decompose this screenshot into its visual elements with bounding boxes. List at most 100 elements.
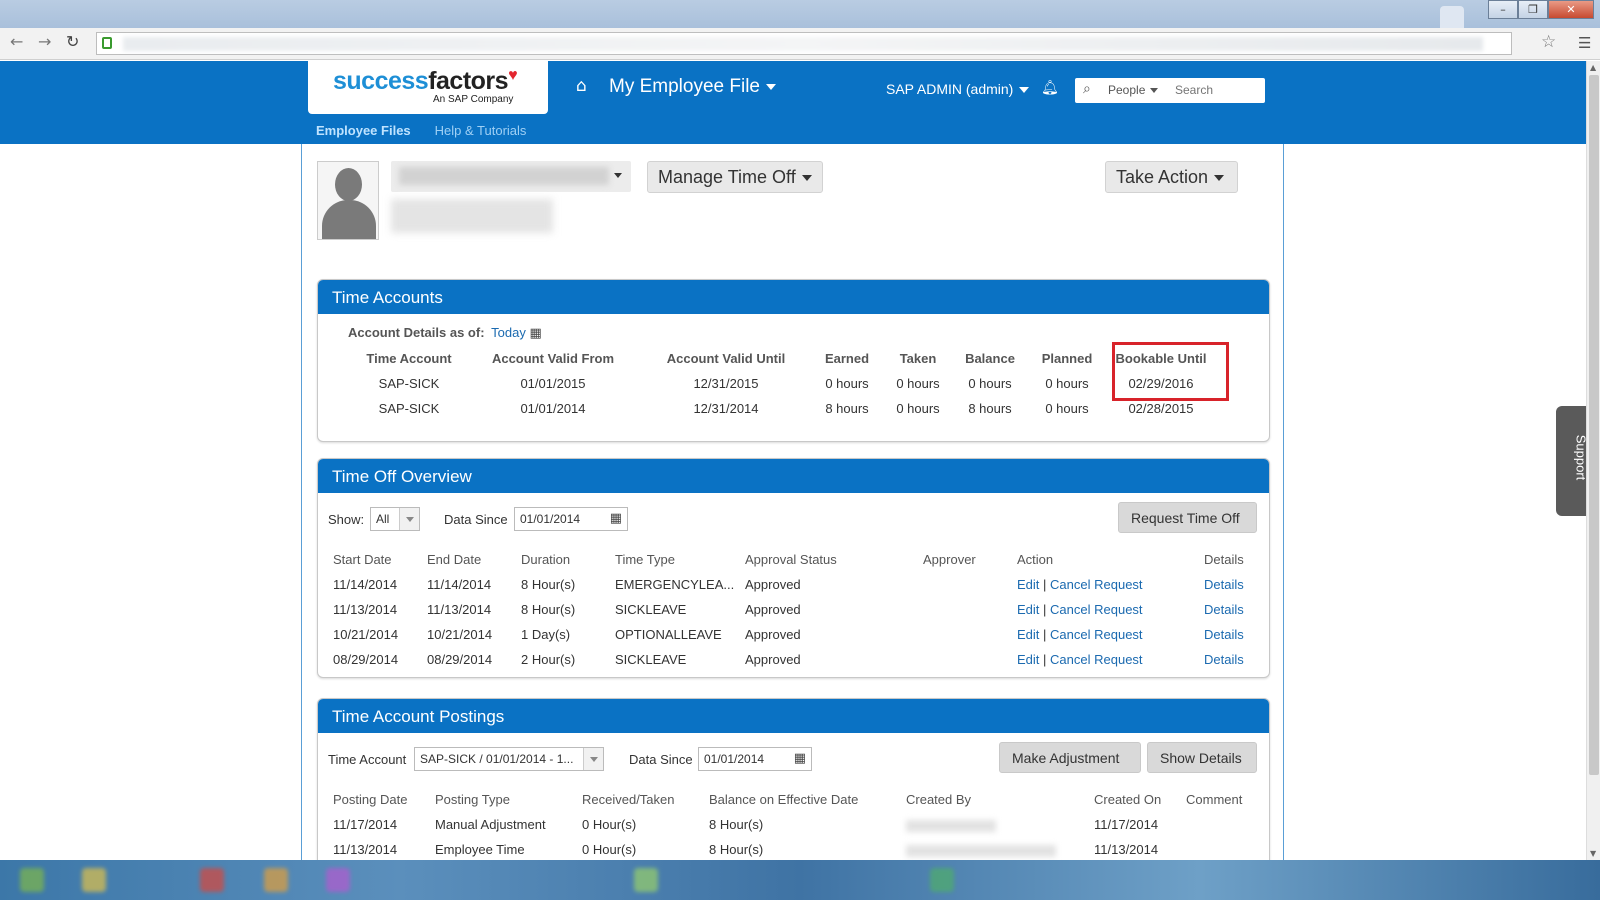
- data-since-field[interactable]: 01/01/2014 ▦: [514, 507, 628, 531]
- support-tab[interactable]: Support: [1556, 406, 1589, 516]
- calendar-icon[interactable]: ▦: [794, 751, 806, 766]
- window-titlebar: – ❐ ✕: [0, 0, 1600, 28]
- search-scope-dropdown[interactable]: People: [1108, 83, 1159, 97]
- forward-arrow-icon[interactable]: →: [38, 32, 51, 51]
- details-link[interactable]: Details: [1204, 577, 1244, 592]
- as-of-label: Account Details as of:: [348, 325, 485, 340]
- subnav-employee-files[interactable]: Employee Files: [316, 123, 411, 138]
- chevron-down-icon: [766, 83, 776, 90]
- approval-status: Approved: [745, 602, 801, 617]
- manage-time-off-button[interactable]: Manage Time Off: [647, 161, 823, 193]
- details-link[interactable]: Details: [1204, 602, 1244, 617]
- minimize-icon[interactable]: –: [1488, 0, 1518, 19]
- row-details: Details: [1204, 572, 1264, 597]
- cancel-request-link[interactable]: Cancel Request: [1050, 627, 1143, 642]
- make-adjustment-button[interactable]: Make Adjustment: [999, 742, 1141, 773]
- browser-menu-icon[interactable]: ☰: [1578, 34, 1591, 52]
- time-type: SICKLEAVE: [615, 602, 687, 617]
- taskbar-app-icon[interactable]: [20, 868, 44, 892]
- column-header: Account Valid From: [491, 351, 615, 366]
- home-icon[interactable]: ⌂: [576, 76, 587, 96]
- search-icon[interactable]: ⌕: [1083, 81, 1091, 97]
- calendar-icon[interactable]: ▦: [610, 511, 622, 526]
- scroll-up-icon[interactable]: ▲: [1590, 63, 1596, 72]
- column-header: Time Account: [366, 351, 452, 366]
- subnav-help-tutorials[interactable]: Help & Tutorials: [435, 123, 527, 138]
- column-header: Approver: [923, 552, 976, 567]
- taskbar-app-icon[interactable]: [264, 868, 288, 892]
- browser-tab[interactable]: [1440, 6, 1464, 28]
- row-actions: Edit | Cancel Request: [1017, 577, 1143, 592]
- column-header: Balance on Effective Date: [709, 792, 859, 807]
- edit-link[interactable]: Edit: [1017, 602, 1039, 617]
- main-content: Manage Time Off Take Action Time Account…: [301, 144, 1284, 878]
- data-since-label: Data Since: [629, 752, 693, 767]
- table-row: SAP-SICK 01/01/2014 12/31/2014 8 hours 0…: [353, 396, 1215, 421]
- approver: [923, 597, 1017, 622]
- show-filter-select[interactable]: All: [370, 507, 420, 531]
- column-header: Duration: [521, 552, 571, 567]
- column-header: Planned: [1041, 351, 1093, 366]
- details-link[interactable]: Details: [1204, 627, 1244, 642]
- user-menu[interactable]: SAP ADMIN (admin): [886, 81, 1030, 97]
- reload-icon[interactable]: ↻: [66, 32, 79, 51]
- end-date: 11/13/2014: [427, 602, 492, 617]
- scroll-down-icon[interactable]: ▼: [1590, 849, 1596, 858]
- column-header: Created By: [906, 792, 972, 807]
- row-details: Details: [1204, 622, 1264, 647]
- take-action-button[interactable]: Take Action: [1105, 161, 1238, 193]
- row-actions: Edit | Cancel Request: [1017, 602, 1143, 617]
- scroll-thumb[interactable]: [1589, 75, 1599, 775]
- chevron-down-icon[interactable]: [399, 508, 419, 530]
- details-link[interactable]: Details: [1204, 652, 1244, 667]
- show-details-button[interactable]: Show Details: [1147, 742, 1257, 773]
- table-cell: 0 hours: [968, 376, 1012, 391]
- taskbar-app-icon[interactable]: [930, 868, 954, 892]
- approval-status: Approved: [745, 627, 801, 642]
- cancel-request-link[interactable]: Cancel Request: [1050, 652, 1143, 667]
- table-cell: 0 hours: [1045, 376, 1089, 391]
- balance: 8 Hour(s): [709, 817, 764, 832]
- table-cell: 12/31/2014: [693, 401, 759, 416]
- data-since-field[interactable]: 01/01/2014 ▦: [698, 747, 812, 771]
- search-input[interactable]: [1175, 82, 1259, 98]
- support-label: Support: [1573, 434, 1589, 481]
- time-type: EMERGENCYLEA...: [615, 577, 735, 592]
- posting-type: Employee Time: [435, 842, 525, 857]
- approval-status: Approved: [745, 652, 801, 667]
- address-bar[interactable]: [96, 32, 1512, 55]
- cancel-request-link[interactable]: Cancel Request: [1050, 577, 1143, 592]
- start-date: 11/13/2014: [333, 602, 398, 617]
- edit-link[interactable]: Edit: [1017, 652, 1039, 667]
- calendar-icon[interactable]: ▦: [529, 326, 541, 341]
- bell-icon[interactable]: 🔔︎: [1041, 80, 1059, 96]
- cancel-request-link[interactable]: Cancel Request: [1050, 602, 1143, 617]
- table-cell: SAP-SICK: [378, 376, 440, 391]
- bookmark-star-icon[interactable]: ☆: [1541, 32, 1556, 52]
- taskbar-app-icon[interactable]: [634, 868, 658, 892]
- edit-link[interactable]: Edit: [1017, 577, 1039, 592]
- request-time-off-button[interactable]: Request Time Off: [1118, 502, 1257, 533]
- time-off-table: Start Date End Date Duration Time Type A…: [333, 547, 1264, 672]
- column-header: Earned: [824, 351, 870, 366]
- chevron-down-icon[interactable]: [583, 748, 603, 770]
- back-arrow-icon[interactable]: ←: [10, 32, 23, 51]
- blurred-created-by: [906, 819, 996, 832]
- edit-link[interactable]: Edit: [1017, 627, 1039, 642]
- module-switcher[interactable]: My Employee File: [609, 76, 776, 98]
- taskbar-app-icon[interactable]: [82, 868, 106, 892]
- employee-name-dropdown[interactable]: [391, 161, 631, 192]
- approver: [923, 622, 1017, 647]
- successfactors-logo[interactable]: successfactors♥ An SAP Company: [308, 61, 548, 114]
- close-icon[interactable]: ✕: [1548, 0, 1594, 19]
- table-cell: 12/31/2015: [693, 376, 759, 391]
- time-accounts-panel: Time Accounts Account Details as of: Tod…: [317, 279, 1270, 442]
- taskbar-app-icon[interactable]: [326, 868, 350, 892]
- as-of-today-link[interactable]: Today: [491, 325, 526, 340]
- comment: [1186, 812, 1256, 837]
- restore-icon[interactable]: ❐: [1518, 0, 1548, 19]
- taskbar-app-icon[interactable]: [200, 868, 224, 892]
- table-row: 11/13/2014 11/13/2014 8 Hour(s) SICKLEAV…: [333, 597, 1264, 622]
- time-account-select[interactable]: SAP-SICK / 01/01/2014 - 1...: [414, 747, 604, 771]
- window-controls: – ❐ ✕: [1488, 0, 1594, 19]
